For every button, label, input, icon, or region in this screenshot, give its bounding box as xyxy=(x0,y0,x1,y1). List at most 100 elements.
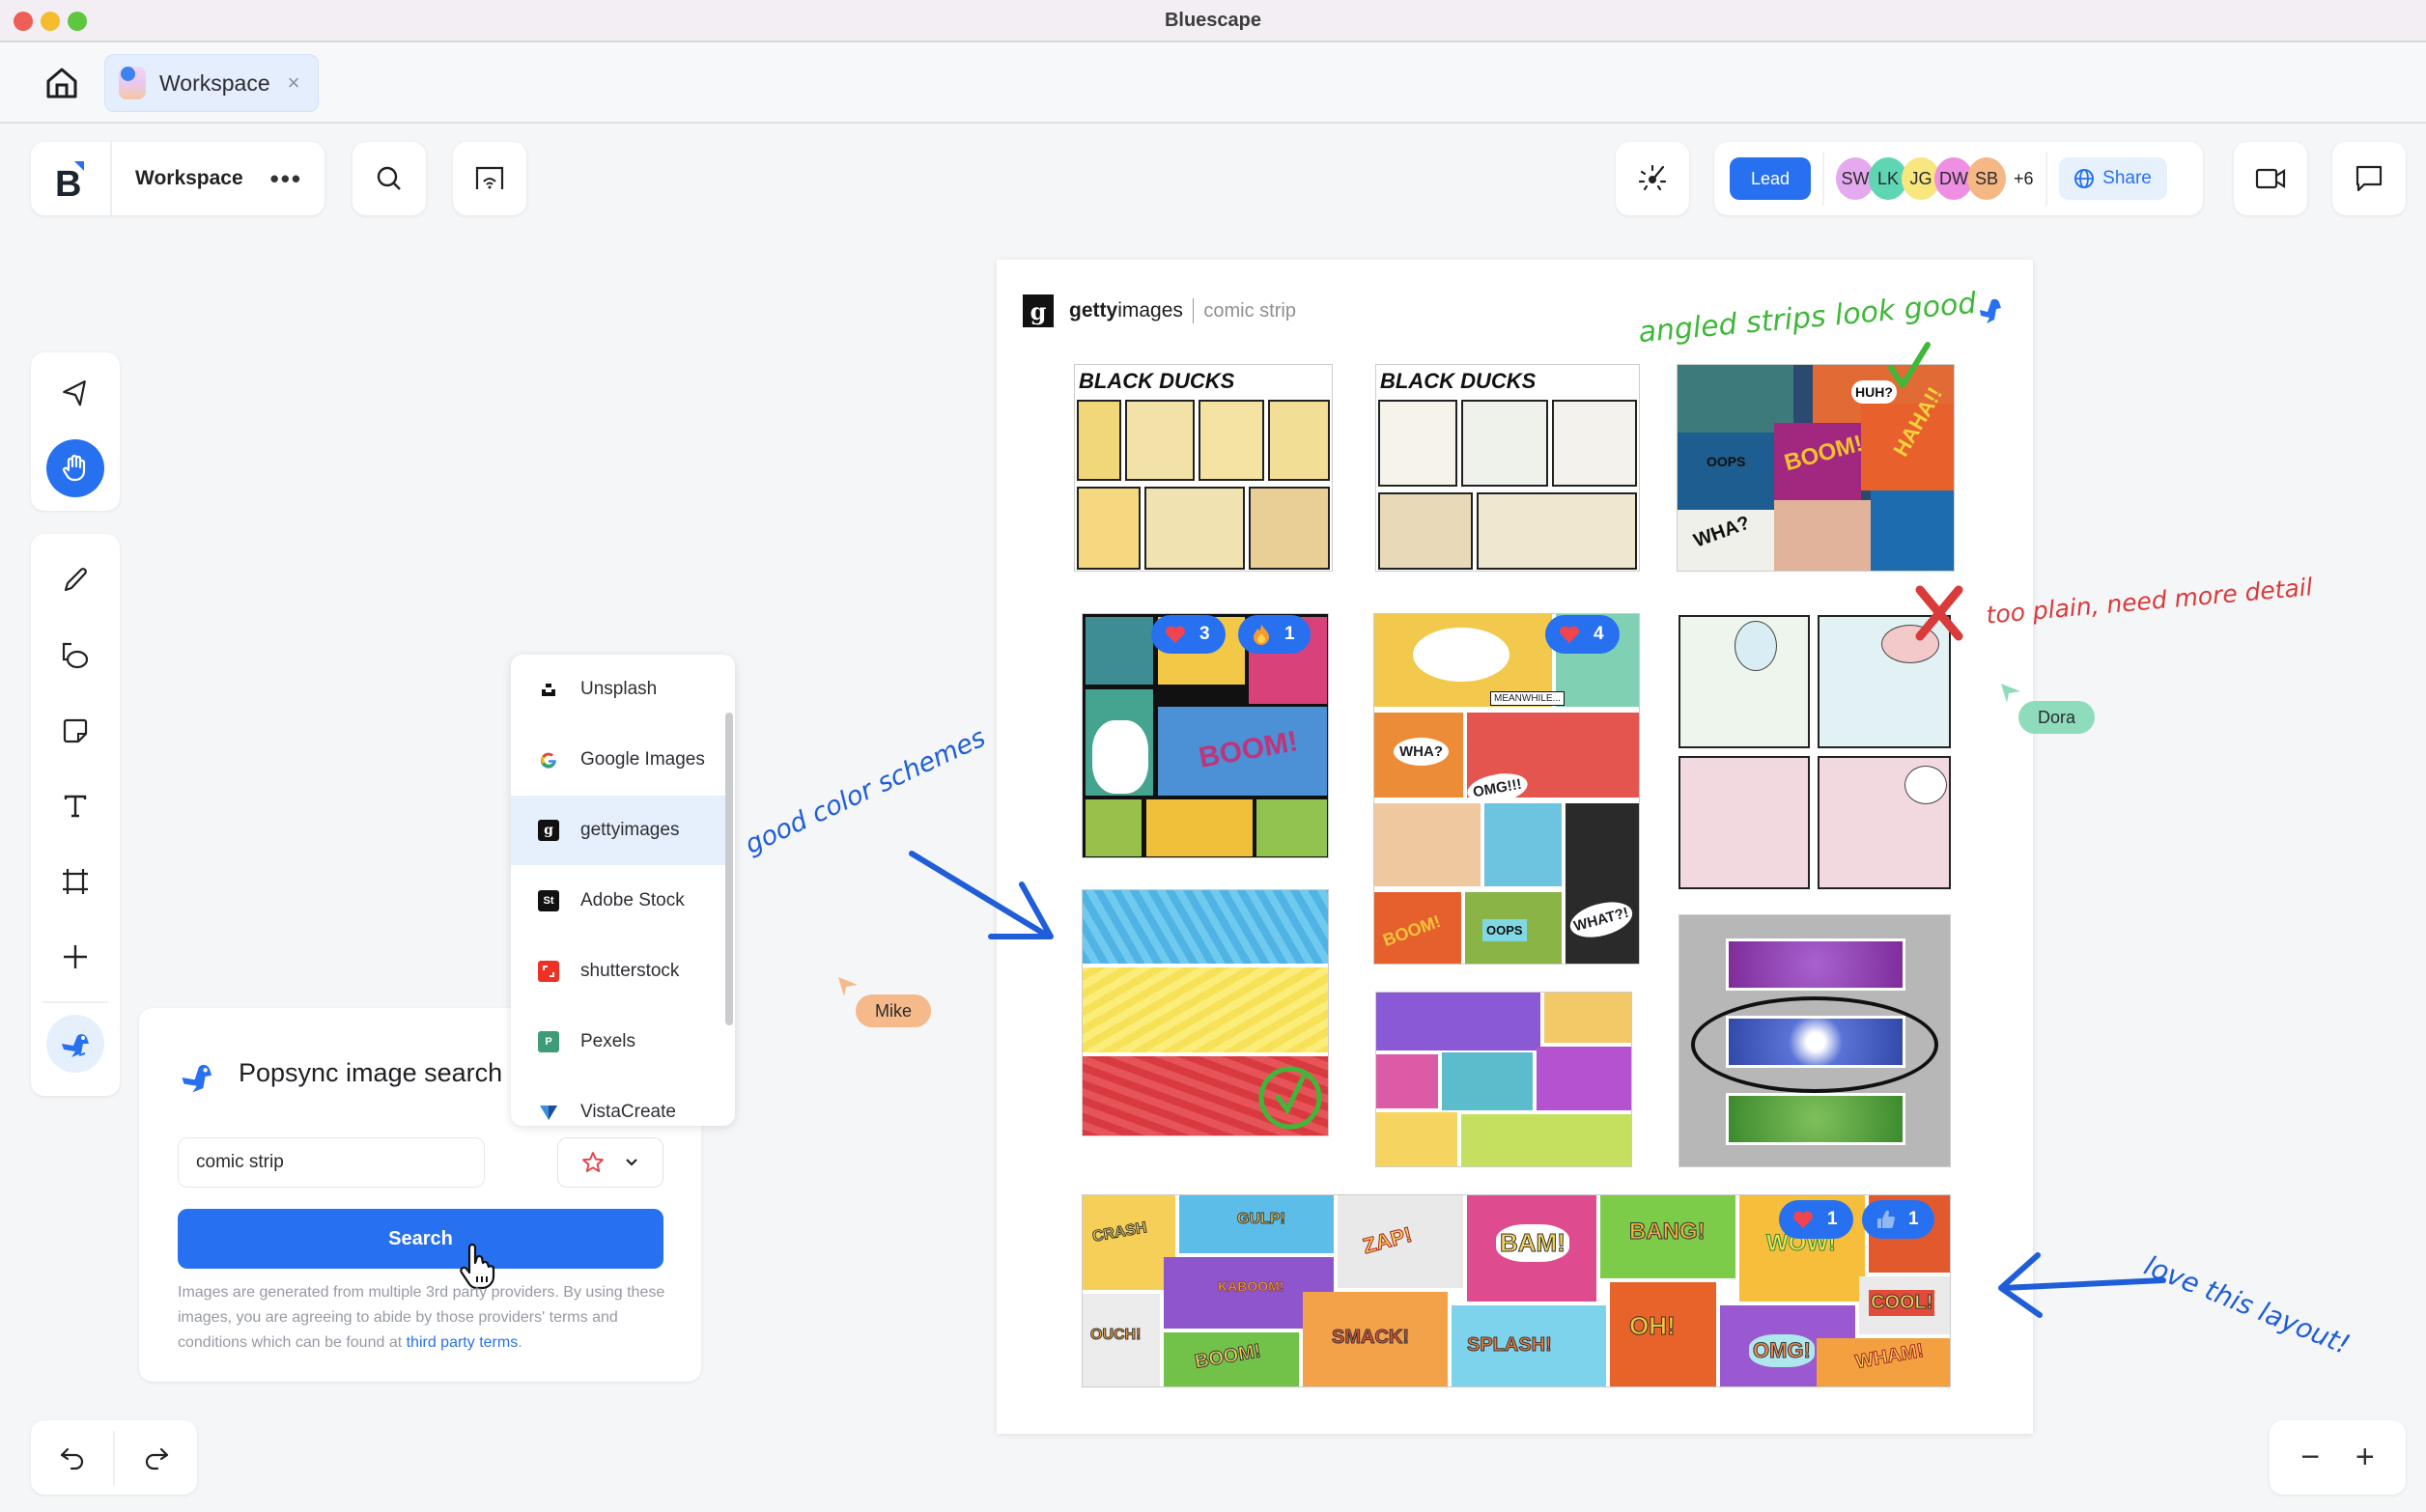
more-collaborators-count[interactable]: +6 xyxy=(2014,169,2034,189)
comic-title-text: BLACK DUCKS xyxy=(1079,369,1235,393)
workspace-name[interactable]: Workspace xyxy=(135,167,243,190)
tab-label: Workspace xyxy=(159,70,270,96)
bluescape-logo[interactable]: B xyxy=(31,142,112,215)
comic-word: BAM! xyxy=(1496,1224,1569,1262)
shutterstock-icon xyxy=(538,961,559,982)
source-name-bold: getty xyxy=(1069,299,1118,322)
comic-image-black-ducks-2[interactable]: BLACK DUCKS xyxy=(1375,364,1640,572)
reaction-thumbs-up[interactable]: 1 xyxy=(1862,1200,1934,1239)
redo-button[interactable] xyxy=(115,1420,197,1495)
screen-share-button[interactable] xyxy=(453,142,526,215)
unsplash-icon xyxy=(538,679,559,700)
provider-option-vistacreate[interactable]: VistaCreate xyxy=(511,1078,725,1126)
globe-icon xyxy=(2074,169,2095,188)
undo-button[interactable] xyxy=(31,1420,113,1495)
comic-word: OOPS xyxy=(1482,919,1527,941)
comic-image-speech-bubbles[interactable]: MEANWHILE... WHA? OMG!!! BOOM! OOPS WHAT… xyxy=(1373,613,1640,965)
app-title: Bluescape xyxy=(1164,10,1262,31)
zoom-in-button[interactable]: + xyxy=(2355,1439,2375,1476)
cursor-mike-icon xyxy=(838,977,858,996)
star-icon xyxy=(582,1152,604,1172)
heart-icon xyxy=(1166,626,1185,643)
vistacreate-icon xyxy=(538,1102,559,1123)
annotation-too-plain[interactable]: too plain, need more detail xyxy=(1985,573,2313,629)
divider xyxy=(42,1001,108,1003)
comic-word: WHA? xyxy=(1394,738,1449,766)
reaction-heart[interactable]: 1 xyxy=(1779,1200,1853,1239)
provider-select[interactable] xyxy=(557,1137,663,1188)
select-tool[interactable] xyxy=(46,366,104,424)
comic-title: BLACK DUCKS xyxy=(1079,369,1234,394)
tab-close-button[interactable]: × xyxy=(288,70,300,96)
comic-image-angled-strips[interactable]: OOPS BOOM! HUH? HAHA!! WHA? xyxy=(1677,364,1955,572)
provider-option-pexels[interactable]: P Pexels xyxy=(511,1007,725,1077)
screen-share-icon xyxy=(475,166,504,189)
add-tool[interactable] xyxy=(46,928,104,986)
search-button[interactable] xyxy=(353,142,426,215)
divider xyxy=(1192,298,1195,323)
redo-icon xyxy=(145,1447,168,1470)
share-label: Share xyxy=(2102,168,2152,188)
search-input[interactable] xyxy=(178,1137,485,1188)
home-button[interactable] xyxy=(42,64,81,102)
reaction-count: 1 xyxy=(1827,1209,1838,1229)
navigation-tools xyxy=(31,352,120,511)
reaction-fire[interactable]: 1 xyxy=(1238,615,1311,654)
comic-image-color-bands[interactable] xyxy=(1082,889,1329,1136)
reaction-heart[interactable]: 3 xyxy=(1151,615,1226,654)
gettyimages-icon: g xyxy=(538,820,559,841)
undo-icon xyxy=(60,1447,83,1470)
sticky-note-tool[interactable] xyxy=(46,702,104,760)
frame-tool[interactable] xyxy=(46,853,104,910)
comments-button[interactable] xyxy=(2332,142,2406,215)
share-button[interactable]: Share xyxy=(2058,157,2167,200)
comic-image-burst-strips[interactable] xyxy=(1678,914,1951,1167)
reaction-count: 1 xyxy=(1284,624,1295,644)
pan-tool[interactable] xyxy=(46,439,104,497)
sticky-note-icon xyxy=(63,718,88,743)
zoom-controls: − + xyxy=(2270,1420,2406,1495)
shapes-tool[interactable] xyxy=(46,627,104,685)
provider-label: Google Images xyxy=(580,749,705,770)
provider-option-shutterstock[interactable]: shutterstock xyxy=(511,937,725,1006)
comic-word: OUCH! xyxy=(1089,1327,1142,1344)
x-mark-annotation xyxy=(1915,585,1963,641)
lead-button[interactable]: Lead xyxy=(1730,157,1811,200)
text-tool[interactable] xyxy=(46,777,104,835)
heart-icon xyxy=(1560,626,1579,643)
bluescape-logo-icon: B xyxy=(55,161,84,200)
provider-label: gettyimages xyxy=(580,820,680,840)
comic-image-black-ducks-1[interactable]: BLACK DUCKS xyxy=(1074,364,1333,572)
arrow-annotation xyxy=(1998,1252,2166,1318)
provider-label: shutterstock xyxy=(580,961,680,981)
provider-option-unsplash[interactable]: Unsplash xyxy=(511,655,725,724)
creation-tools xyxy=(31,534,120,1096)
comic-image-plain-people[interactable] xyxy=(1677,613,1955,891)
zoom-out-button[interactable]: − xyxy=(2300,1439,2320,1476)
provider-option-google-images[interactable]: Google Images xyxy=(511,725,725,795)
gettyimages-logo: g xyxy=(1023,294,1054,327)
video-button[interactable] xyxy=(2234,142,2307,215)
popsync-tool[interactable] xyxy=(46,1015,104,1073)
comic-image-color-grid[interactable] xyxy=(1375,992,1632,1167)
search-button[interactable]: Search xyxy=(178,1209,663,1269)
tab-workspace[interactable]: Workspace × xyxy=(104,54,319,112)
comic-word: SMACK! xyxy=(1332,1327,1410,1349)
more-options-button[interactable]: ••• xyxy=(270,164,302,194)
provider-label: Unsplash xyxy=(580,679,658,699)
dropdown-scrollbar[interactable] xyxy=(725,713,733,1025)
provider-option-gettyimages[interactable]: g gettyimages xyxy=(511,796,725,865)
spotlight-button[interactable] xyxy=(1616,142,1689,215)
comment-icon xyxy=(2355,165,2383,192)
comic-word: OOPS xyxy=(1707,454,1746,469)
pen-tool[interactable] xyxy=(46,551,104,609)
avatar[interactable]: SB xyxy=(1967,157,2006,200)
image-board[interactable]: g gettyimages comic strip BLACK DUCKS BL… xyxy=(997,260,2033,1434)
provider-option-adobe-stock[interactable]: St Adobe Stock xyxy=(511,866,725,936)
third-party-terms-link[interactable]: third party terms xyxy=(407,1334,519,1351)
reaction-heart[interactable]: 4 xyxy=(1545,615,1620,654)
arrow-annotation xyxy=(909,851,1054,939)
hand-icon xyxy=(62,454,86,482)
pencil-icon xyxy=(64,568,87,592)
source-name-rest: images xyxy=(1117,299,1183,322)
